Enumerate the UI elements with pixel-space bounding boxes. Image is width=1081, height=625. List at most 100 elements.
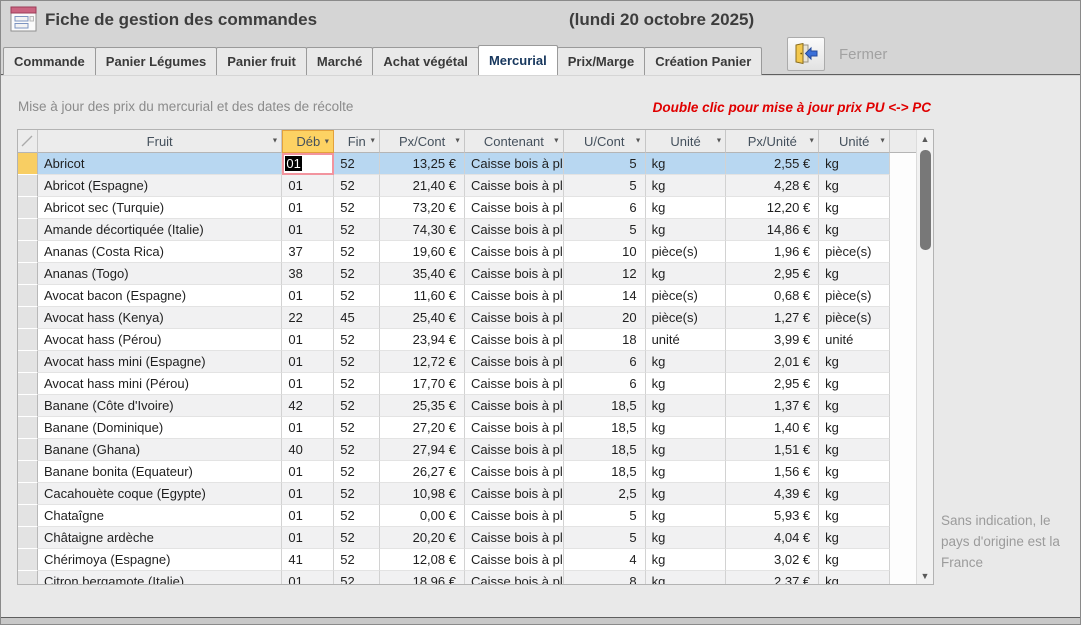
row-selector[interactable]	[18, 461, 38, 483]
cell-unite[interactable]: kg	[646, 395, 727, 417]
cell-u-cont[interactable]: 18	[564, 329, 646, 351]
row-selector[interactable]	[18, 373, 38, 395]
column-header-deb[interactable]: Déb▼	[282, 130, 334, 153]
cell-unite[interactable]: pièce(s)	[646, 307, 727, 329]
cell-unite-2[interactable]: kg	[819, 461, 890, 483]
cell-px-cont[interactable]: 25,40 €	[380, 307, 465, 329]
cell-deb[interactable]: 37	[282, 241, 334, 263]
cell-contenant[interactable]: Caisse bois à pla	[465, 549, 564, 571]
cell-unite[interactable]: kg	[646, 351, 727, 373]
cell-unite-2[interactable]: kg	[819, 219, 890, 241]
cell-deb[interactable]: 01	[282, 417, 334, 439]
cell-px-cont[interactable]: 27,20 €	[380, 417, 465, 439]
cell-px-unite[interactable]: 1,40 €	[726, 417, 819, 439]
cell-fin[interactable]: 52	[334, 175, 380, 197]
cell-u-cont[interactable]: 14	[564, 285, 646, 307]
cell-px-unite[interactable]: 5,93 €	[726, 505, 819, 527]
cell-unite[interactable]: pièce(s)	[646, 241, 727, 263]
cell-px-cont[interactable]: 73,20 €	[380, 197, 465, 219]
cell-fruit[interactable]: Ananas (Togo)	[38, 263, 282, 285]
column-header-fin[interactable]: Fin▼	[334, 130, 380, 153]
cell-unite-2[interactable]: kg	[819, 395, 890, 417]
cell-deb[interactable]: 01	[282, 351, 334, 373]
cell-contenant[interactable]: Caisse bois à pla	[465, 153, 564, 175]
cell-u-cont[interactable]: 8	[564, 571, 646, 584]
cell-deb[interactable]: 38	[282, 263, 334, 285]
cell-contenant[interactable]: Caisse bois à pla	[465, 483, 564, 505]
row-selector[interactable]	[18, 395, 38, 417]
cell-deb[interactable]: 01	[282, 219, 334, 241]
cell-deb[interactable]: 41	[282, 549, 334, 571]
cell-fruit[interactable]: Avocat hass mini (Espagne)	[38, 351, 282, 373]
cell-fruit[interactable]: Ananas (Costa Rica)	[38, 241, 282, 263]
cell-px-unite[interactable]: 2,37 €	[726, 571, 819, 584]
cell-fruit[interactable]: Banane bonita (Equateur)	[38, 461, 282, 483]
cell-px-unite[interactable]: 12,20 €	[726, 197, 819, 219]
cell-contenant[interactable]: Caisse bois à pla	[465, 527, 564, 549]
cell-px-unite[interactable]: 2,01 €	[726, 351, 819, 373]
cell-unite[interactable]: kg	[646, 153, 727, 175]
cell-contenant[interactable]: Caisse bois à pla	[465, 241, 564, 263]
cell-u-cont[interactable]: 6	[564, 197, 646, 219]
row-selector[interactable]	[18, 527, 38, 549]
cell-fin[interactable]: 52	[334, 241, 380, 263]
cell-px-cont[interactable]: 10,98 €	[380, 483, 465, 505]
cell-unite-2[interactable]: pièce(s)	[819, 307, 890, 329]
cell-fruit[interactable]: Banane (Dominique)	[38, 417, 282, 439]
cell-px-cont[interactable]: 0,00 €	[380, 505, 465, 527]
cell-fin[interactable]: 45	[334, 307, 380, 329]
cell-fruit[interactable]: Avocat bacon (Espagne)	[38, 285, 282, 307]
cell-contenant[interactable]: Caisse bois à pla	[465, 219, 564, 241]
cell-px-unite[interactable]: 1,96 €	[726, 241, 819, 263]
cell-fin[interactable]: 52	[334, 417, 380, 439]
cell-deb[interactable]: 01	[282, 461, 334, 483]
cell-px-cont[interactable]: 21,40 €	[380, 175, 465, 197]
cell-fin[interactable]: 52	[334, 395, 380, 417]
cell-unite-2[interactable]: kg	[819, 571, 890, 584]
cell-px-unite[interactable]: 1,56 €	[726, 461, 819, 483]
cell-deb[interactable]: 01	[282, 329, 334, 351]
cell-fruit[interactable]: Abricot sec (Turquie)	[38, 197, 282, 219]
row-selector[interactable]	[18, 329, 38, 351]
cell-u-cont[interactable]: 18,5	[564, 439, 646, 461]
cell-fin[interactable]: 52	[334, 197, 380, 219]
row-selector[interactable]	[18, 439, 38, 461]
cell-fin[interactable]: 52	[334, 461, 380, 483]
cell-u-cont[interactable]: 5	[564, 527, 646, 549]
cell-unite-2[interactable]: unité	[819, 329, 890, 351]
tab-march-[interactable]: Marché	[306, 47, 374, 75]
cell-deb[interactable]: 42	[282, 395, 334, 417]
cell-contenant[interactable]: Caisse bois à pla	[465, 285, 564, 307]
cell-unite[interactable]: pièce(s)	[646, 285, 727, 307]
column-header-fruit[interactable]: Fruit▼	[38, 130, 282, 153]
tab-panier-l-gumes[interactable]: Panier Légumes	[95, 47, 217, 75]
filter-dropdown-icon[interactable]: ▼	[808, 138, 815, 145]
cell-u-cont[interactable]: 2,5	[564, 483, 646, 505]
cell-fruit[interactable]: Amande décortiquée (Italie)	[38, 219, 282, 241]
row-selector[interactable]	[18, 351, 38, 373]
cell-unite[interactable]: kg	[646, 571, 727, 584]
cell-px-cont[interactable]: 17,70 €	[380, 373, 465, 395]
cell-px-unite[interactable]: 3,02 €	[726, 549, 819, 571]
cell-fin[interactable]: 52	[334, 329, 380, 351]
cell-unite[interactable]: kg	[646, 263, 727, 285]
cell-u-cont[interactable]: 5	[564, 505, 646, 527]
cell-unite[interactable]: kg	[646, 439, 727, 461]
cell-contenant[interactable]: Caisse bois à pla	[465, 263, 564, 285]
cell-unite-2[interactable]: kg	[819, 439, 890, 461]
cell-px-cont[interactable]: 23,94 €	[380, 329, 465, 351]
cell-deb[interactable]: 40	[282, 439, 334, 461]
cell-unite[interactable]: kg	[646, 373, 727, 395]
cell-u-cont[interactable]: 18,5	[564, 395, 646, 417]
row-selector[interactable]	[18, 285, 38, 307]
column-header-u-cont[interactable]: U/Cont▼	[564, 130, 646, 153]
cell-unite-2[interactable]: kg	[819, 505, 890, 527]
cell-u-cont[interactable]: 5	[564, 175, 646, 197]
cell-fin[interactable]: 52	[334, 263, 380, 285]
cell-fin[interactable]: 52	[334, 219, 380, 241]
cell-px-cont[interactable]: 74,30 €	[380, 219, 465, 241]
cell-px-unite[interactable]: 1,51 €	[726, 439, 819, 461]
close-form-button[interactable]	[787, 37, 825, 71]
cell-deb[interactable]: 01	[282, 175, 334, 197]
cell-fruit[interactable]: Banane (Ghana)	[38, 439, 282, 461]
